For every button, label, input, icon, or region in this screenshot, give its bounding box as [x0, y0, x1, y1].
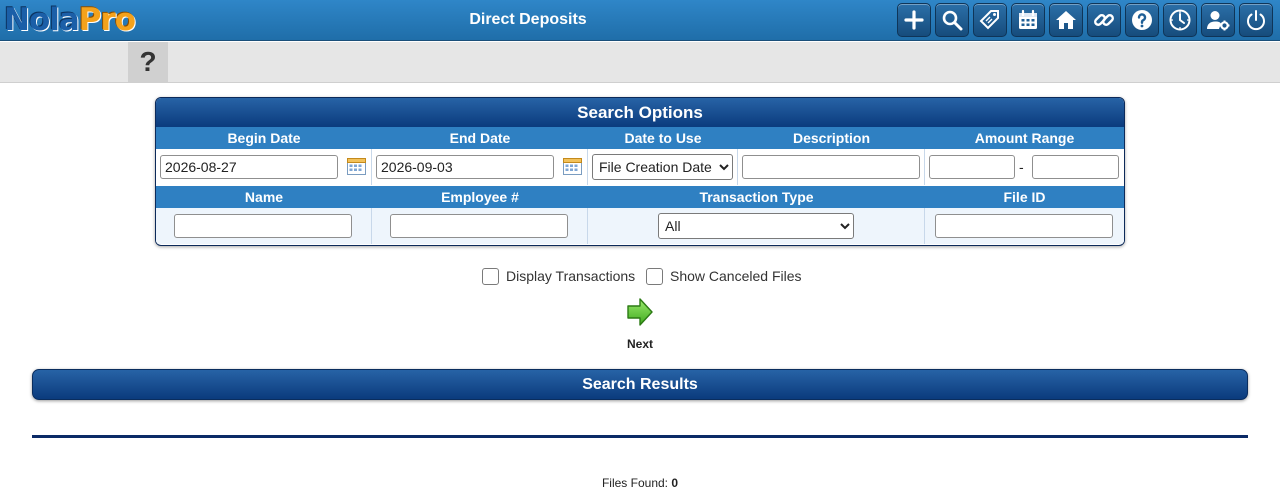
- top-bar: NolaPro Direct Deposits: [0, 0, 1280, 41]
- search-icon: [942, 10, 963, 31]
- price-tag-button[interactable]: [973, 3, 1007, 37]
- files-found-summary: Files Found: 0: [0, 476, 1280, 490]
- amount-range-separator: -: [1019, 159, 1024, 175]
- time-button[interactable]: [1163, 3, 1197, 37]
- show-canceled-files-label[interactable]: Show Canceled Files: [670, 268, 802, 285]
- display-transactions-checkbox[interactable]: [482, 268, 499, 285]
- transaction-type-cell: All: [588, 208, 925, 244]
- amount-range-header: Amount Range: [974, 130, 1075, 146]
- search-header-row-1: Begin Date End Date Date to Use Descript…: [156, 127, 1124, 149]
- transaction-type-header: Transaction Type: [699, 189, 814, 205]
- date-to-use-select[interactable]: File Creation Date: [592, 154, 733, 180]
- amount-range-cell: -: [925, 149, 1124, 185]
- next-arrow-icon[interactable]: [626, 297, 654, 327]
- begin-date-header: Begin Date: [227, 130, 301, 146]
- search-options-panel: Search Options Begin Date End Date Date …: [155, 97, 1125, 246]
- question-mark-icon: ?: [139, 46, 157, 77]
- amount-max-input[interactable]: [1032, 155, 1119, 179]
- date-to-use-cell: File Creation Date: [588, 149, 738, 185]
- employee-number-cell: [372, 208, 588, 244]
- display-transactions-label[interactable]: Display Transactions: [506, 268, 635, 285]
- description-input[interactable]: [742, 155, 920, 179]
- search-fields-row-2: All: [156, 208, 1124, 244]
- calendar-button[interactable]: [1011, 3, 1045, 37]
- file-id-cell: [925, 208, 1124, 244]
- files-found-count: 0: [671, 476, 679, 490]
- logout-button[interactable]: [1239, 3, 1273, 37]
- search-fields-row-1: File Creation Date -: [156, 149, 1124, 185]
- begin-date-cell: [156, 149, 372, 185]
- user-settings-button[interactable]: [1201, 3, 1235, 37]
- name-header: Name: [244, 189, 284, 205]
- search-results-header: Search Results: [32, 369, 1248, 400]
- page-help-button[interactable]: ?: [128, 42, 168, 82]
- search-options-title: Search Options: [156, 98, 1124, 127]
- results-divider: [32, 435, 1248, 438]
- description-cell: [738, 149, 925, 185]
- end-date-calendar-icon[interactable]: [563, 158, 582, 175]
- employee-number-input[interactable]: [390, 214, 568, 238]
- employee-number-header: Employee #: [441, 189, 519, 205]
- begin-date-input[interactable]: [160, 155, 338, 179]
- end-date-header: End Date: [449, 130, 511, 146]
- price-tag-icon: [979, 10, 999, 30]
- file-id-input[interactable]: [935, 214, 1113, 238]
- transaction-type-select[interactable]: All: [658, 213, 854, 239]
- help-icon: [1132, 10, 1152, 30]
- calendar-icon: [1019, 9, 1037, 29]
- files-found-label: Files Found:: [601, 476, 668, 490]
- begin-date-calendar-icon[interactable]: [347, 158, 366, 175]
- show-canceled-files-checkbox[interactable]: [646, 268, 663, 285]
- help-button[interactable]: [1125, 3, 1159, 37]
- home-button[interactable]: [1049, 3, 1083, 37]
- add-icon: [904, 10, 924, 30]
- power-icon: [1247, 10, 1265, 31]
- name-cell: [156, 208, 372, 244]
- next-button-label[interactable]: Next: [610, 337, 670, 351]
- end-date-cell: [372, 149, 588, 185]
- search-button[interactable]: [935, 3, 969, 37]
- link-button[interactable]: [1087, 3, 1121, 37]
- link-icon: [1094, 14, 1114, 26]
- end-date-input[interactable]: [376, 155, 554, 179]
- name-input[interactable]: [174, 214, 352, 238]
- description-header: Description: [792, 130, 870, 146]
- add-button[interactable]: [897, 3, 931, 37]
- secondary-toolbar: ?: [0, 42, 1280, 83]
- clock-icon: [1169, 9, 1191, 31]
- user-settings-icon: [1207, 11, 1230, 31]
- home-icon: [1056, 11, 1076, 29]
- amount-min-input[interactable]: [929, 155, 1015, 179]
- file-id-header: File ID: [1003, 189, 1046, 205]
- date-to-use-header: Date to Use: [624, 130, 702, 146]
- search-header-row-2: Name Employee # Transaction Type File ID: [156, 186, 1124, 208]
